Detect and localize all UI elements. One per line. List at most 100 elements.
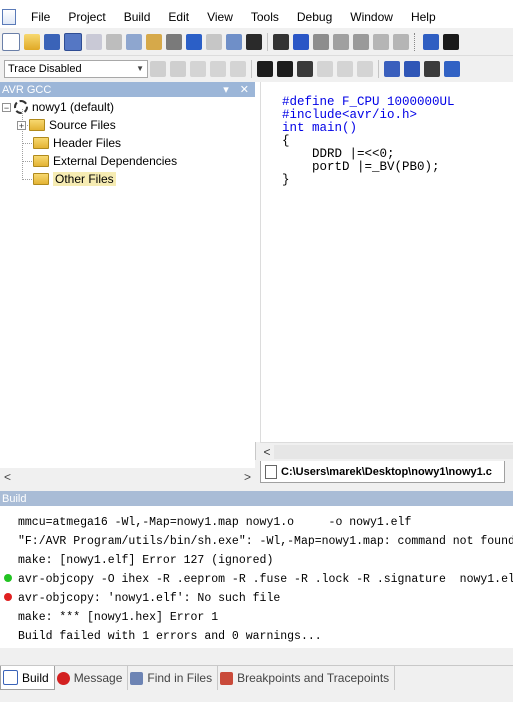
find-icon[interactable] [246,34,262,50]
paste-icon[interactable] [146,34,162,50]
debug-tools-icon[interactable] [443,34,459,50]
step-out-icon[interactable] [230,60,246,77]
undo-icon[interactable] [186,34,202,50]
step-over-icon[interactable] [210,60,226,77]
collapse-icon[interactable]: − [2,102,11,112]
menu-tools[interactable]: Tools [242,10,288,24]
menu-build[interactable]: Build [115,10,160,24]
build-panel-title: Build [2,492,27,505]
project-panel-title: AVR GCC [2,83,52,96]
tree-item-source-files[interactable]: + Source Files [17,116,116,134]
expand-icon[interactable]: + [17,120,26,130]
editor-file-tab[interactable]: C:\Users\marek\Desktop\nowy1\nowy1.c [260,461,505,483]
cut-icon[interactable] [106,34,122,50]
folder-icon [29,119,45,131]
compile-icon[interactable] [424,60,440,77]
menu-view[interactable]: View [198,10,242,24]
chevron-down-icon[interactable]: ▼ [136,64,144,73]
binoculars-icon[interactable] [273,34,289,50]
folder-icon [33,173,49,185]
auto-step-icon[interactable] [337,60,353,77]
print-icon[interactable] [166,34,182,50]
tree-item-label: External Dependencies [53,154,178,168]
output-line: make: [nowy1.elf] Error 127 (ignored) [18,554,274,567]
open-folder-icon[interactable] [24,34,40,50]
con-icon[interactable] [257,60,273,77]
auto-icon[interactable] [357,60,373,77]
tab-build[interactable]: Build [0,666,55,690]
main-toolbar [0,29,513,56]
file-tab-label: C:\Users\marek\Desktop\nowy1\nowy1.c [281,465,492,478]
tab-find-in-files[interactable]: Find in Files [128,666,219,690]
success-status-icon [4,574,12,582]
outdent-icon[interactable] [393,34,409,50]
tree-item-external-dependencies[interactable]: External Dependencies [33,152,177,170]
scroll-track[interactable] [274,445,513,459]
editor-tab-bar: C:\Users\marek\Desktop\nowy1\nowy1.c [255,460,513,486]
avr-program-icon[interactable] [423,34,439,50]
menu-bar: File Project Build Edit View Tools Debug… [0,6,513,28]
redo-icon[interactable] [206,34,222,50]
menu-debug[interactable]: Debug [288,10,341,24]
scroll-left-icon[interactable]: < [260,445,274,459]
avr-icon[interactable] [277,60,293,77]
tree-item-header-files[interactable]: Header Files [33,134,121,152]
info-icon [56,671,70,685]
error-status-icon [4,593,12,601]
next-bookmark-icon[interactable] [333,34,349,50]
code-line: } [282,173,290,187]
tab-message[interactable]: Message [55,666,129,690]
step-into-icon[interactable] [190,60,206,77]
memory-view-icon[interactable] [384,60,400,77]
code-editor[interactable]: #define F_CPU 1000000UL #include<avr/io.h… [260,82,513,442]
scroll-left-icon[interactable]: < [4,470,11,484]
chip-icon[interactable] [297,60,313,77]
project-tree-scrollbar[interactable]: < > [0,468,255,486]
find-in-files-icon [130,671,144,685]
panel-dropdown-icon[interactable]: ▾ [223,84,229,96]
menu-edit[interactable]: Edit [159,10,198,24]
build-icon[interactable] [444,60,460,77]
folder-icon [33,137,49,149]
menu-help[interactable]: Help [402,10,445,24]
tree-connector [22,179,32,180]
tab-label: Find in Files [147,671,213,685]
scroll-right-icon[interactable]: > [244,470,251,484]
build-output-scrollbar[interactable] [0,648,513,664]
trace-icon[interactable] [150,60,166,77]
tab-breakpoints[interactable]: Breakpoints and Tracepoints [218,666,396,690]
copy-icon[interactable] [126,34,142,50]
save-icon[interactable] [44,34,60,50]
app-document-icon[interactable] [2,9,16,25]
toggle-bookmark-icon[interactable] [313,34,329,50]
new-file-icon[interactable] [2,33,20,51]
project-panel-header: AVR GCC ▾ ✕ [0,82,255,97]
trace-filter-icon[interactable] [170,60,186,77]
tree-item-other-files[interactable]: Other Files [33,170,116,188]
output-tab-bar: Build Message Find in Files Breakpoints … [0,665,513,691]
tree-item-project[interactable]: − nowy1 (default) [2,98,114,116]
editor-scrollbar[interactable]: < [260,442,513,461]
run-to-cursor-icon[interactable] [317,60,333,77]
window-icon[interactable] [226,34,242,50]
close-file-icon[interactable] [86,34,102,50]
build-and-run-icon[interactable] [404,60,420,77]
bookmark-icon[interactable] [293,34,309,50]
trace-mode-select[interactable]: Trace Disabled ▼ [4,59,148,78]
trace-mode-value: Trace Disabled [8,62,82,75]
menu-project[interactable]: Project [59,10,114,24]
menu-file[interactable]: File [22,10,59,24]
menu-window[interactable]: Window [341,10,402,24]
build-output[interactable]: mmcu=atmega16 -Wl,-Map=nowy1.map nowy1.o… [0,506,513,648]
toolbar-grip[interactable] [414,33,418,51]
build-panel-header: Build [0,491,513,506]
code-line: portD |=_BV(PB0); [282,160,440,174]
tree-item-label: Source Files [49,118,116,132]
close-icon[interactable]: ✕ [240,84,249,96]
save-all-icon[interactable] [64,33,82,51]
indent-icon[interactable] [373,34,389,50]
tree-item-label: Other Files [53,172,116,186]
tree-connector [22,161,32,162]
clear-bookmarks-icon[interactable] [353,34,369,50]
code-line: int main() [282,121,358,135]
